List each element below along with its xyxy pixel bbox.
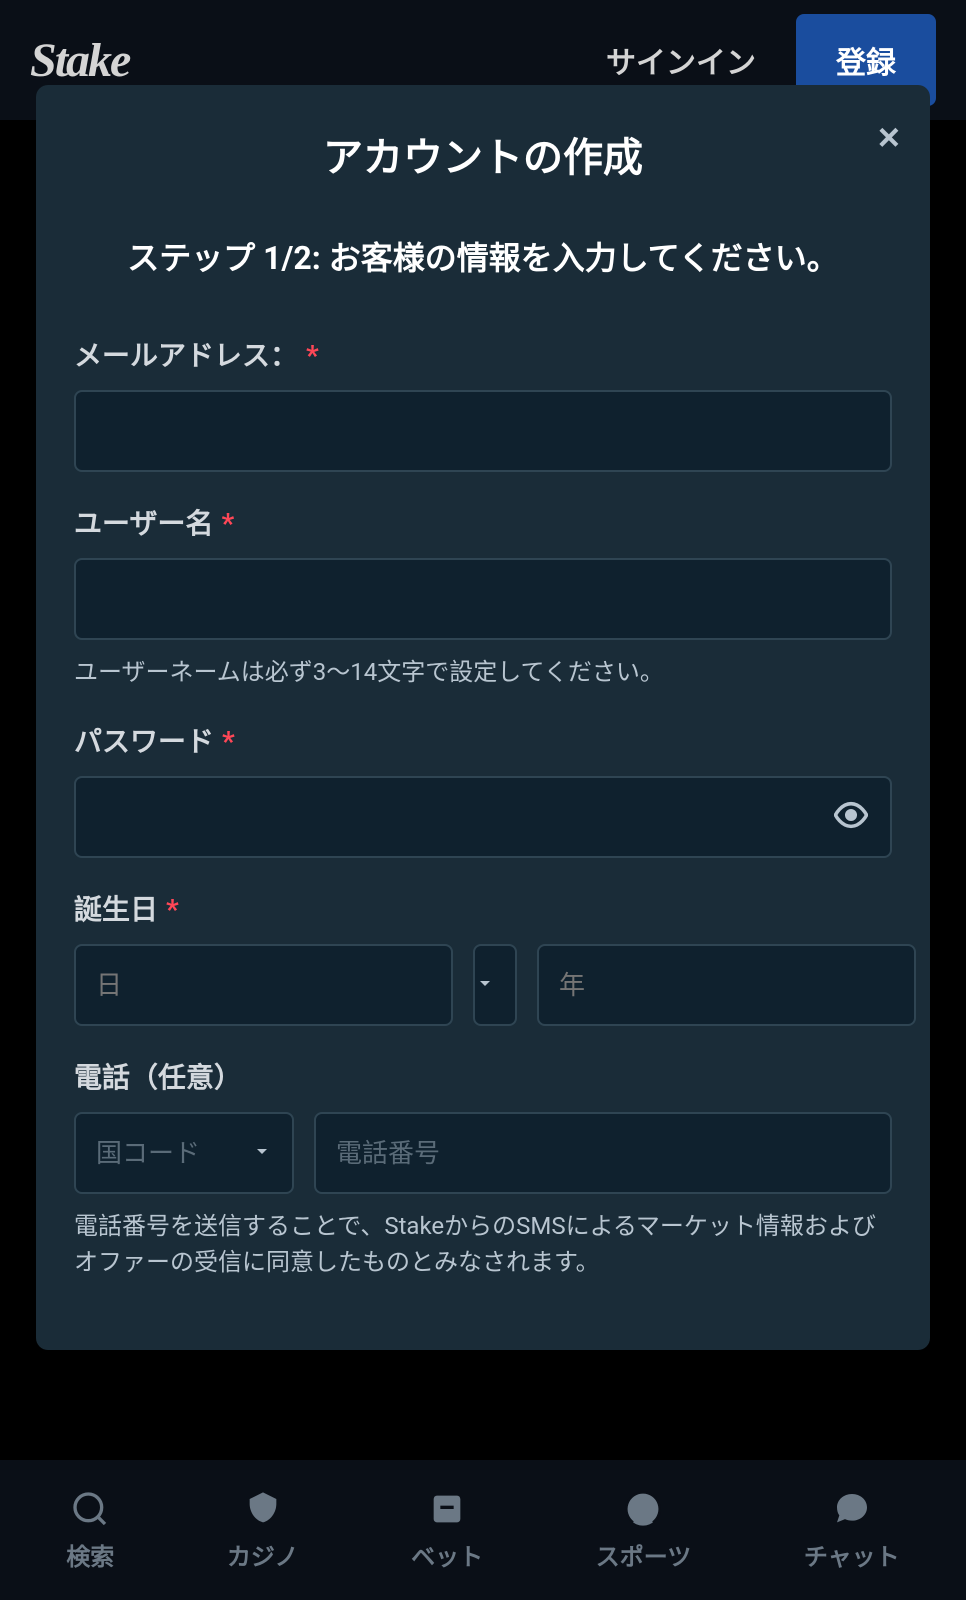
required-marker: * [166,893,179,926]
month-select[interactable]: 月 [473,944,517,1026]
required-marker: * [306,339,319,372]
required-marker: * [222,725,235,758]
password-wrapper [74,776,892,858]
search-icon [70,1489,110,1529]
registration-modal: アカウントの作成 × ステップ 1/2: お客様の情報を入力してください。 メー… [36,85,930,1350]
email-group: メールアドレス：* [74,334,892,472]
phone-code-wrapper: 国コード [74,1112,294,1194]
birthday-label: 誕生日* [74,888,892,928]
phone-group: 電話（任意） 国コード 電話番号を送信することで、StakeからのSMSによるマ… [74,1056,892,1280]
bet-icon [427,1489,467,1529]
sports-icon [623,1489,663,1529]
country-code-select[interactable]: 国コード [74,1112,294,1194]
modal-header: アカウントの作成 × [74,125,892,183]
date-row: 月 [74,944,892,1026]
eye-icon[interactable] [834,798,868,836]
phone-row: 国コード [74,1112,892,1194]
email-field[interactable] [74,390,892,472]
logo: Stake [30,33,129,88]
year-field[interactable] [537,944,916,1026]
password-label: パスワード* [74,720,892,760]
nav-casino[interactable]: カジノ [227,1489,299,1572]
nav-chat[interactable]: チャット [804,1489,900,1572]
nav-sports[interactable]: スポーツ [596,1489,692,1572]
phone-number-field[interactable] [314,1112,892,1194]
nav-bet[interactable]: ベット [411,1489,483,1572]
password-group: パスワード* [74,720,892,858]
username-help: ユーザーネームは必ず3〜14文字で設定してください。 [74,654,892,690]
phone-help: 電話番号を送信することで、StakeからのSMSによるマーケット情報およびオファ… [74,1208,892,1280]
required-marker: * [221,507,234,540]
username-label: ユーザー名* [74,502,892,542]
email-label: メールアドレス：* [74,334,892,374]
modal-title: アカウントの作成 [74,125,892,183]
password-field[interactable] [74,776,892,858]
username-group: ユーザー名* ユーザーネームは必ず3〜14文字で設定してください。 [74,502,892,690]
casino-icon [243,1489,283,1529]
close-icon[interactable]: × [878,117,900,160]
username-field[interactable] [74,558,892,640]
chat-icon [832,1489,872,1529]
month-wrapper: 月 [473,944,517,1026]
phone-label: 電話（任意） [74,1056,892,1096]
day-field[interactable] [74,944,453,1026]
step-title: ステップ 1/2: お客様の情報を入力してください。 [74,233,892,284]
birthday-group: 誕生日* 月 [74,888,892,1026]
bottom-nav: 検索 カジノ ベット スポーツ [0,1460,966,1600]
nav-search[interactable]: 検索 [66,1489,114,1572]
